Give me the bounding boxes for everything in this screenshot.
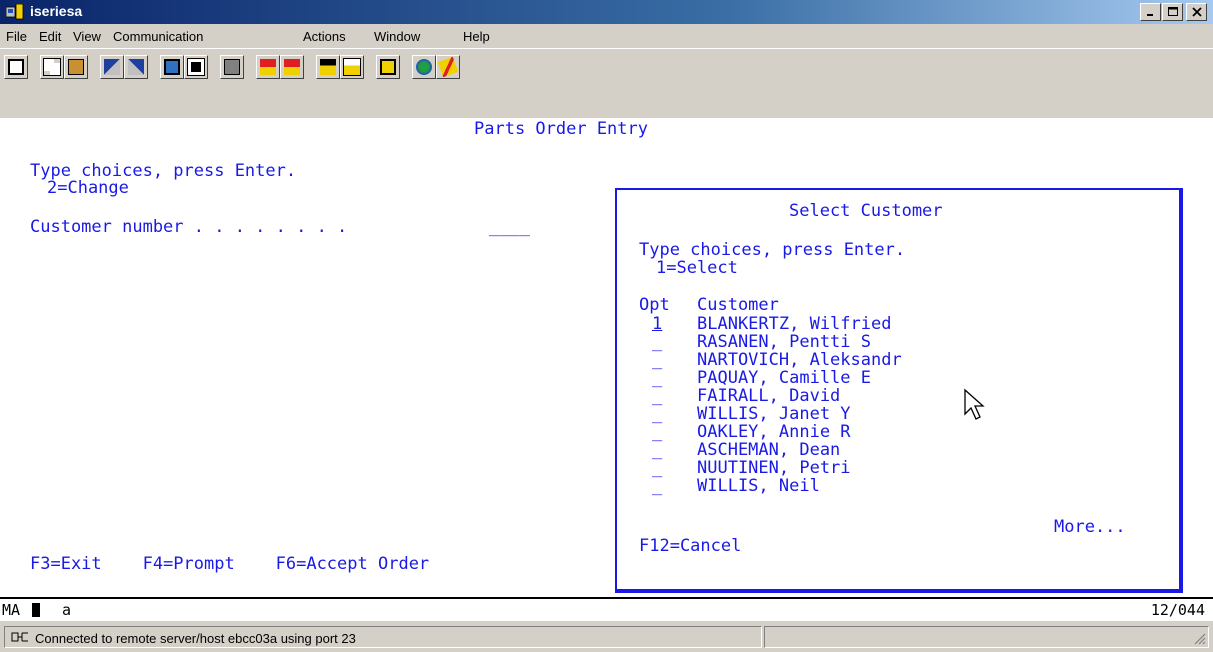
resize-grip-icon[interactable]: [1194, 633, 1206, 645]
popup-option-hint: 1=Select: [656, 258, 738, 278]
clipboard-button[interactable]: [376, 55, 400, 79]
print-screen-button[interactable]: [4, 55, 28, 79]
menu-edit[interactable]: Edit: [39, 29, 61, 44]
keypad-button[interactable]: [160, 55, 184, 79]
menu-actions[interactable]: Actions: [303, 29, 346, 44]
column-header-customer: Customer: [697, 295, 779, 315]
macro-icon: [187, 58, 205, 76]
stop-macro-button[interactable]: [280, 55, 304, 79]
stop-session-button[interactable]: [340, 55, 364, 79]
start-session-icon: [320, 59, 336, 75]
popup-title: Select Customer: [789, 201, 943, 221]
terminal-screen[interactable]: Parts Order Entry Type choices, press En…: [0, 118, 1213, 597]
macro-button[interactable]: [220, 55, 244, 79]
menu-help[interactable]: Help: [463, 29, 490, 44]
customer-number-label: Customer number . . . . . . . .: [30, 217, 348, 237]
stop-session-icon: [343, 58, 361, 76]
cursor-position: 12/044: [1150, 601, 1205, 619]
connection-icon: [11, 632, 28, 642]
print-screen-icon: [8, 59, 24, 75]
page-title: Parts Order Entry: [474, 119, 648, 139]
customer-number-input[interactable]: ____: [489, 218, 530, 237]
minimize-icon: [1146, 14, 1153, 16]
session-id: a: [62, 601, 72, 619]
title-bar[interactable]: iseriesa: [0, 0, 1213, 24]
function-keys: F3=Exit F4=Prompt F6=Accept Order: [30, 554, 430, 574]
text-cursor: [32, 603, 40, 617]
customer-name: WILLIS, Neil: [697, 476, 820, 496]
status-panel-secondary: [764, 626, 1209, 648]
receive-file-button[interactable]: [124, 55, 148, 79]
send-file-icon: [104, 59, 120, 75]
menu-communication[interactable]: Communication: [113, 29, 203, 44]
send-file-button[interactable]: [100, 55, 124, 79]
maximize-icon: [1167, 7, 1178, 16]
menu-bar: File Edit View Communication Actions Win…: [0, 25, 1213, 47]
select-customer-popup: Select Customer Type choices, press Ente…: [615, 188, 1183, 593]
screen-option-hint: 2=Change: [47, 178, 129, 198]
play-macro-icon: [260, 59, 276, 75]
menu-view[interactable]: View: [73, 29, 101, 44]
web-icon: [416, 59, 432, 75]
menu-file[interactable]: File: [6, 29, 27, 44]
clipboard-icon: [380, 59, 396, 75]
paste-button[interactable]: [64, 55, 88, 79]
paste-icon: [68, 59, 84, 75]
status-bar: Connected to remote server/host ebcc03a …: [0, 624, 1213, 652]
help-button[interactable]: [436, 55, 460, 79]
stop-macro-icon: [284, 59, 300, 75]
mouse-pointer-icon: [964, 388, 985, 420]
minimize-button[interactable]: [1140, 3, 1161, 21]
close-icon: [1191, 7, 1202, 17]
help-icon: [437, 56, 459, 78]
emulator-app-icon[interactable]: [6, 4, 24, 20]
record-macro-icon: [224, 59, 240, 75]
start-session-button[interactable]: [316, 55, 340, 79]
column-header-opt: Opt: [639, 295, 670, 315]
receive-file-icon: [128, 59, 144, 75]
window-title: iseriesa: [30, 3, 83, 19]
play-macro-button[interactable]: [256, 55, 280, 79]
toolbar: [0, 48, 1213, 120]
operator-info-area: MA a 12/044: [0, 597, 1213, 621]
connection-status-text: Connected to remote server/host ebcc03a …: [35, 631, 356, 646]
close-button[interactable]: [1186, 3, 1207, 21]
option-field[interactable]: _: [652, 477, 662, 496]
copy-icon: [43, 58, 61, 76]
menu-window[interactable]: Window: [374, 29, 420, 44]
popup-function-keys: F12=Cancel: [639, 536, 742, 556]
web-button[interactable]: [412, 55, 436, 79]
keyboard-map-button[interactable]: [184, 55, 208, 79]
connection-status-panel: Connected to remote server/host ebcc03a …: [4, 626, 762, 648]
more-indicator: More...: [1054, 517, 1126, 537]
display-keypad-icon: [164, 59, 180, 75]
input-mode-indicator: MA: [2, 601, 21, 619]
copy-button[interactable]: [40, 55, 64, 79]
maximize-button[interactable]: [1162, 3, 1183, 21]
